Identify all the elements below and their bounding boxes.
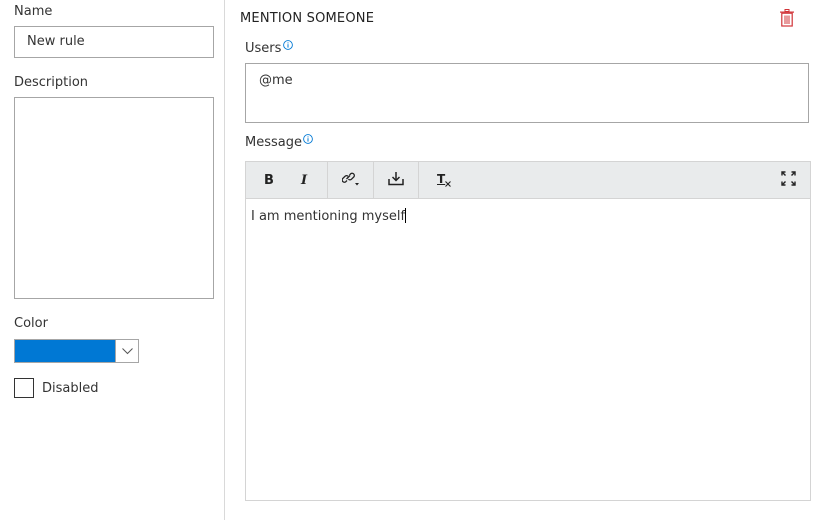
name-label: Name (14, 4, 53, 19)
insert-button[interactable] (382, 162, 410, 199)
fullscreen-button[interactable] (773, 162, 803, 199)
color-picker[interactable] (14, 339, 139, 363)
chevron-down-icon[interactable] (115, 340, 138, 362)
expand-icon (780, 171, 796, 190)
download-icon (388, 171, 404, 190)
name-input[interactable]: New rule (14, 26, 214, 58)
rule-properties-panel: Name New rule Description Color Disabled (0, 0, 225, 520)
bold-button[interactable]: B (256, 162, 282, 199)
toolbar-divider (327, 162, 328, 199)
info-icon[interactable] (303, 133, 313, 144)
description-textarea[interactable] (14, 97, 214, 299)
color-swatch (15, 340, 115, 362)
message-text: I am mentioning myself (251, 209, 406, 224)
message-label: Message (245, 135, 302, 150)
toolbar-divider (418, 162, 419, 199)
action-title: MENTION SOMEONE (240, 11, 375, 26)
clear-format-letter: T (437, 172, 446, 186)
text-caret (405, 208, 407, 223)
clear-formatting-button[interactable]: T (430, 162, 458, 199)
color-label: Color (14, 316, 48, 331)
editor-toolbar: B I T (246, 162, 810, 199)
link-icon (341, 171, 362, 191)
disabled-checkbox[interactable] (14, 378, 34, 398)
info-icon[interactable] (283, 39, 293, 50)
link-button[interactable] (334, 162, 370, 199)
users-input[interactable]: @me (245, 63, 809, 123)
message-editor: B I T I am mentioning myself (245, 161, 811, 501)
italic-button[interactable]: I (291, 162, 317, 199)
trash-icon[interactable] (779, 9, 795, 27)
rule-editor: Name New rule Description Color Disabled… (0, 0, 823, 520)
disabled-label: Disabled (42, 381, 99, 396)
clear-format-icon: T (436, 172, 452, 188)
toolbar-divider (373, 162, 374, 199)
message-content[interactable]: I am mentioning myself (251, 208, 407, 224)
description-label: Description (14, 75, 89, 90)
users-label: Users (245, 41, 282, 56)
